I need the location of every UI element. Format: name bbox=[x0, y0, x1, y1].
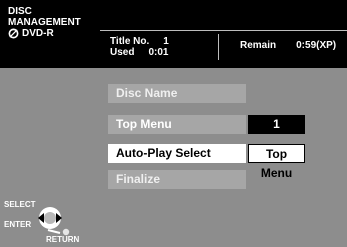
menu-item-auto-play-select[interactable]: Auto-Play Select bbox=[108, 144, 246, 163]
menu-item-disc-name[interactable]: Disc Name bbox=[108, 84, 246, 103]
remote-nav-guide: SELECT ENTER RETURN bbox=[0, 188, 90, 247]
remain-value: 0:59(XP) bbox=[296, 40, 337, 51]
disc-management-screen: DISC MANAGEMENT DVD-R Title No. 1 Used 0… bbox=[0, 0, 347, 247]
header-bar: DISC MANAGEMENT DVD-R Title No. 1 Used 0… bbox=[0, 0, 347, 68]
disc-icon bbox=[8, 28, 19, 39]
title-no-value: 1 bbox=[163, 36, 169, 47]
title-no-label: Title No. bbox=[110, 36, 150, 47]
header-divider bbox=[100, 30, 347, 31]
header-separator bbox=[218, 34, 219, 60]
used-value: 0:01 bbox=[148, 47, 169, 58]
menu-item-finalize[interactable]: Finalize bbox=[108, 170, 246, 189]
screen-title: DISC MANAGEMENT DVD-R bbox=[8, 6, 81, 39]
title-info: Title No. 1 Used 0:01 bbox=[110, 36, 169, 58]
used-label: Used bbox=[110, 47, 135, 58]
enter-label: ENTER bbox=[4, 220, 32, 229]
dpad-icon bbox=[38, 207, 70, 236]
disc-type-row: DVD-R bbox=[8, 28, 81, 39]
remain-info: Remain 0:59(XP) bbox=[240, 40, 336, 51]
disc-type: DVD-R bbox=[22, 28, 54, 39]
top-menu-value: 1 bbox=[248, 115, 305, 134]
remain-label: Remain bbox=[240, 40, 277, 51]
auto-play-value: Top Menu bbox=[248, 144, 305, 180]
title-line-2: MANAGEMENT bbox=[8, 17, 81, 28]
title-line-1: DISC bbox=[8, 6, 32, 17]
menu-item-top-menu[interactable]: Top Menu bbox=[108, 115, 246, 134]
